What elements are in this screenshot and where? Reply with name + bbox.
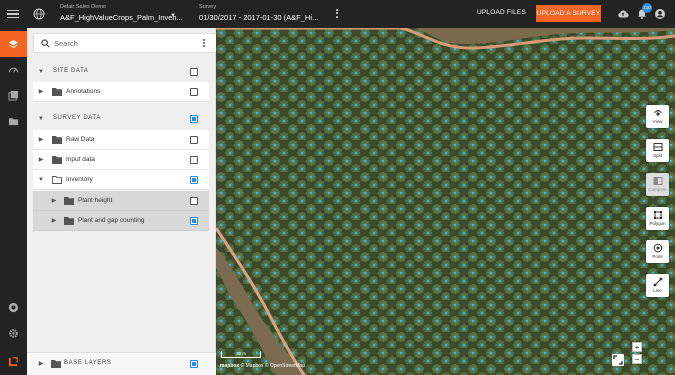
layer-checkbox[interactable] [190, 176, 198, 184]
tool-compare[interactable]: Compare [646, 173, 669, 196]
more-options-icon[interactable] [334, 8, 340, 20]
folder-icon [52, 156, 62, 164]
map-attribution[interactable]: mapbox © Mapbox © OpenStreetMap [220, 363, 305, 369]
folder-icon[interactable] [0, 108, 27, 134]
cloud-upload-icon[interactable] [617, 8, 629, 20]
tool-split[interactable]: Split [646, 139, 669, 162]
tool-label: Point [652, 254, 663, 259]
tool-polygon[interactable]: Polygon [646, 207, 669, 230]
layer-row-inventory[interactable]: ▼ Inventory [33, 170, 209, 190]
layer-row-plant-height[interactable]: ▶ Plant height [33, 191, 209, 211]
layer-checkbox[interactable] [190, 136, 198, 144]
notification-count-badge: 210 [642, 3, 652, 13]
tool-label: View [652, 119, 663, 124]
layer-label: Plant and gap counting [78, 217, 145, 224]
folder-open-icon [52, 176, 62, 184]
delair-logo-icon[interactable] [0, 348, 27, 374]
folder-icon [64, 217, 74, 225]
search-icon [41, 39, 50, 48]
zoom-in-button[interactable]: + [632, 342, 642, 352]
upload-survey-button[interactable]: UPLOAD A SURVEY [536, 5, 601, 22]
organization-label: Delair Sales Demo [60, 4, 106, 10]
tool-label: Polygon [649, 221, 666, 226]
layer-label: Input data [66, 156, 95, 163]
folder-icon [52, 88, 62, 96]
layers-panel: ▼ SITE DATA ▶ Annotations ▼ SURVEY DATA … [27, 28, 220, 375]
chevron-down-icon[interactable]: ▼ [37, 115, 45, 123]
polygon-icon [653, 211, 662, 219]
panel-options-icon[interactable] [201, 38, 207, 50]
layer-row-raw-data[interactable]: ▶ Raw Data [33, 130, 209, 150]
attribution-text[interactable]: © Mapbox © OpenStreetMap [241, 363, 306, 369]
section-label: SITE DATA [53, 68, 89, 74]
folder-icon [51, 360, 61, 368]
tool-label: Compare [648, 187, 667, 192]
chevron-right-icon[interactable]: ▶ [37, 88, 45, 96]
layer-label: Plant height [78, 197, 113, 204]
line-icon [653, 277, 662, 287]
chevron-right-icon[interactable]: ▶ [37, 136, 45, 144]
layers-icon[interactable] [0, 31, 27, 57]
upload-files-button[interactable]: UPLOAD FILES [477, 9, 526, 16]
chevron-right-icon[interactable]: ▶ [50, 217, 58, 225]
tool-view[interactable]: View [646, 105, 669, 128]
chevron-right-icon[interactable]: ▶ [37, 360, 45, 368]
base-layers-section[interactable]: ▶ BASE LAYERS [33, 354, 209, 374]
top-bar: Delair Sales Demo A&F_HighValueCrops_Pal… [0, 0, 675, 28]
survey-data-checkbox[interactable] [190, 115, 198, 123]
menu-icon[interactable] [7, 8, 19, 20]
base-layers-checkbox[interactable] [190, 360, 198, 368]
scale-bar: 20 m [221, 351, 261, 358]
globe-icon[interactable] [33, 8, 45, 20]
section-label: BASE LAYERS [64, 360, 112, 366]
layer-row-annotations[interactable]: ▶ Annotations [33, 82, 209, 102]
layer-label: Raw Data [66, 136, 95, 143]
mapbox-logo[interactable]: mapbox [220, 363, 239, 369]
layer-label: Annotations [66, 88, 101, 95]
satellite-imagery[interactable] [216, 28, 675, 375]
base-layers-bar[interactable]: ▶ BASE LAYERS [27, 352, 216, 375]
survey-data-section[interactable]: ▼ SURVEY DATA [33, 109, 209, 129]
folder-icon [52, 136, 62, 144]
survey-selector[interactable]: 01/30/2017 - 2017-01-30 (A&F_Hi... [199, 13, 318, 22]
compare-icon [653, 177, 662, 185]
section-label: SURVEY DATA [53, 115, 101, 121]
layer-row-input-data[interactable]: ▶ Input data [33, 150, 209, 170]
tool-label: Split [653, 153, 662, 158]
layer-checkbox[interactable] [190, 197, 198, 205]
gallery-icon[interactable] [0, 82, 27, 108]
support-icon[interactable] [0, 294, 27, 320]
chevron-right-icon[interactable]: ▶ [50, 197, 58, 205]
folder-icon [64, 197, 74, 205]
layer-checkbox[interactable] [190, 217, 198, 225]
layer-row-plant-gap-counting[interactable]: ▶ Plant and gap counting [33, 211, 209, 231]
chevron-down-icon[interactable]: ▼ [37, 176, 45, 184]
tool-point[interactable]: Point [646, 240, 669, 263]
split-icon [653, 143, 662, 151]
map-view[interactable]: View Split Compare Polygon Point Line + … [216, 28, 675, 375]
search-box[interactable] [33, 33, 220, 53]
tool-line[interactable]: Line [646, 274, 669, 297]
site-data-section[interactable]: ▼ SITE DATA [33, 62, 209, 82]
chevron-down-icon[interactable]: ▼ [170, 13, 176, 19]
search-input[interactable] [54, 37, 204, 50]
left-rail [0, 28, 27, 375]
zoom-out-button[interactable]: − [632, 354, 642, 364]
view-icon [653, 110, 662, 116]
layer-checkbox[interactable] [190, 156, 198, 164]
layer-checkbox[interactable] [190, 88, 198, 96]
point-icon [653, 243, 662, 253]
fullscreen-icon[interactable] [612, 354, 624, 366]
chevron-down-icon[interactable]: ▼ [37, 68, 45, 76]
tool-label: Line [653, 288, 662, 293]
chevron-right-icon[interactable]: ▶ [37, 156, 45, 164]
layer-label: Inventory [66, 176, 93, 183]
survey-label: Survey [199, 4, 217, 10]
settings-icon[interactable] [0, 320, 27, 346]
site-data-checkbox[interactable] [190, 68, 198, 76]
project-selector[interactable]: A&F_HighValueCrops_Palm_Inven... [60, 13, 183, 22]
dashboard-icon[interactable] [0, 56, 27, 82]
account-icon[interactable] [654, 8, 666, 20]
